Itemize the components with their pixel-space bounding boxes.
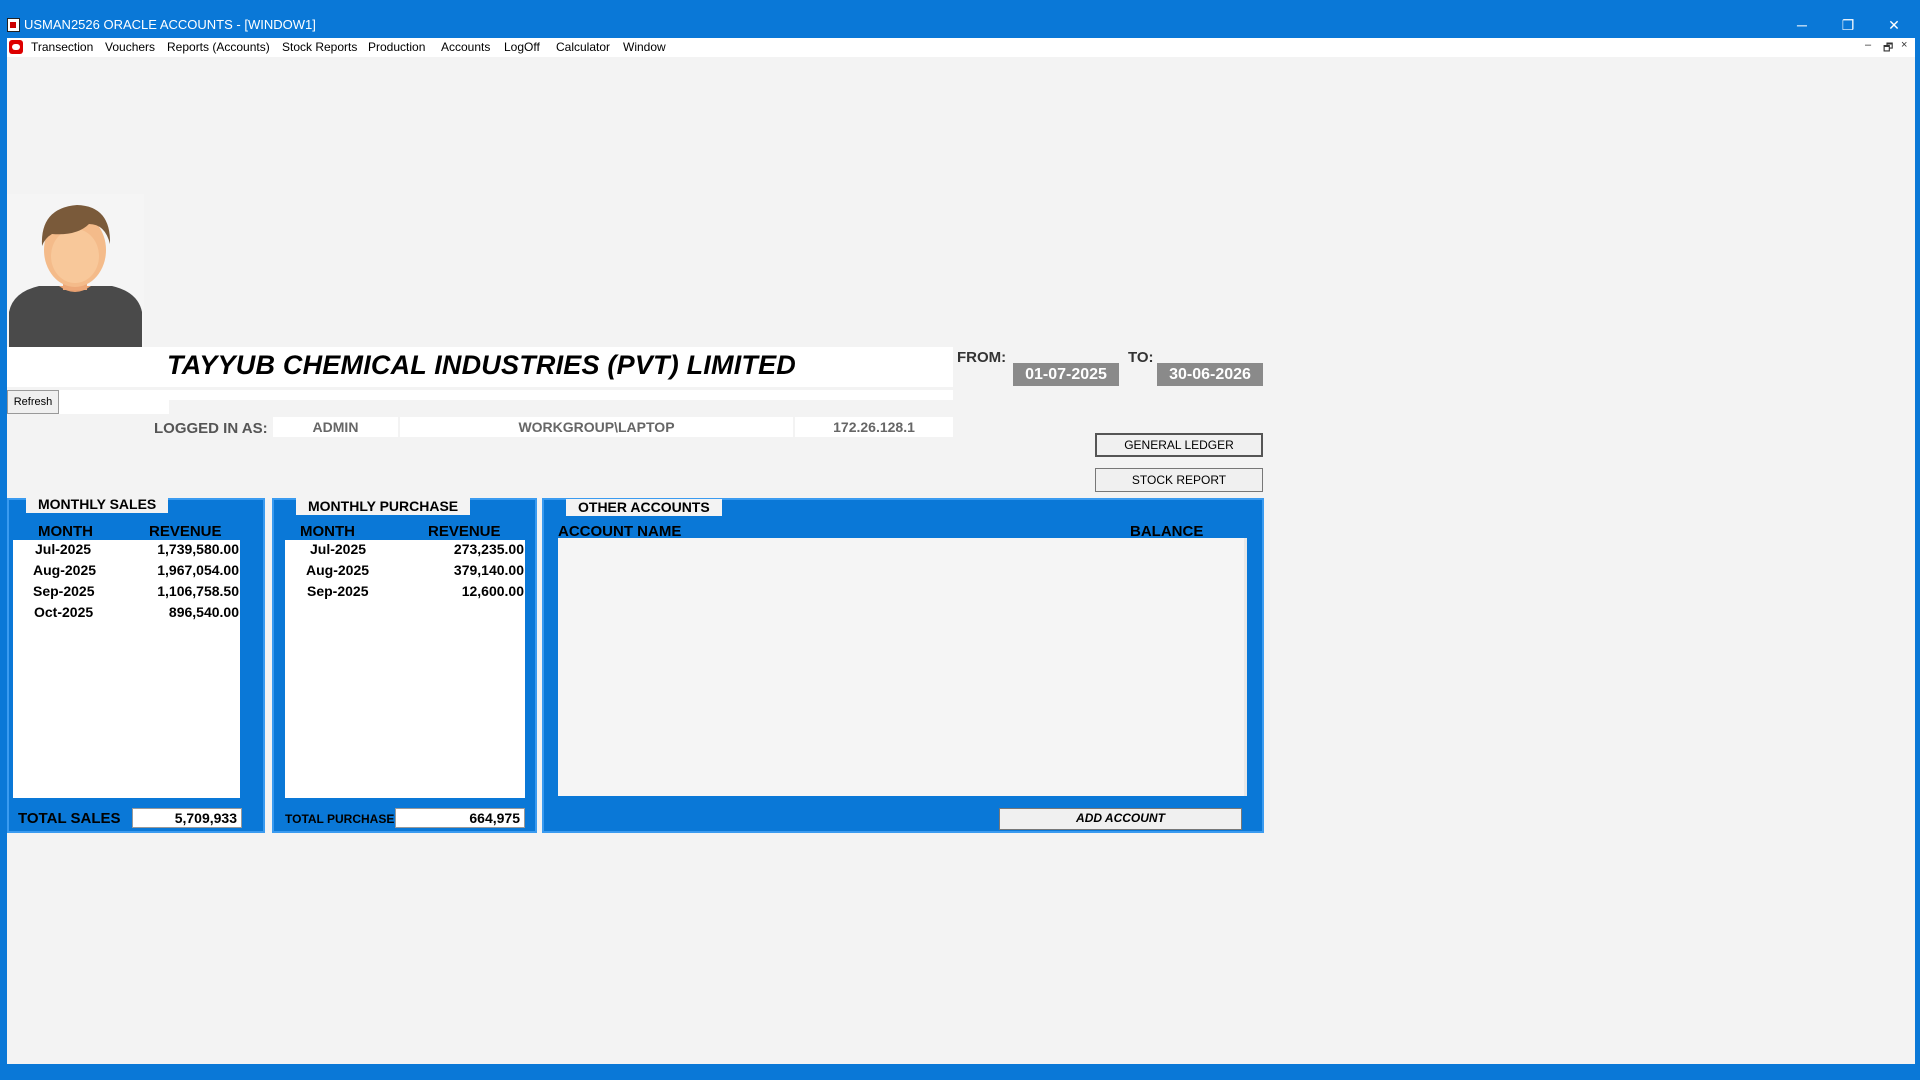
add-account-button[interactable]: ADD ACCOUNT [999,808,1242,830]
menu-logoff[interactable]: LogOff [504,40,540,54]
sales-revenue: 1,739,580.00 [157,541,239,557]
title-bar: USMAN2526 ORACLE ACCOUNTS - [WINDOW1] ─ … [0,0,1920,38]
company-name: TAYYUB CHEMICAL INDUSTRIES (PVT) LIMITED [167,350,796,380]
purchase-month: Sep-2025 [307,583,369,599]
purchase-revenue: 12,600.00 [461,583,524,599]
list-item[interactable]: Aug-2025 379,140.00 [285,562,525,583]
total-purchase-label: TOTAL PURCHASE [285,812,395,826]
total-sales-value: 5,709,933 [132,808,242,828]
oracle-icon [9,40,23,54]
sales-list[interactable]: Jul-2025 1,739,580.00 Aug-2025 1,967,054.0… [13,540,240,798]
sales-month: Sep-2025 [33,583,95,599]
menu-window[interactable]: Window [623,40,666,54]
to-date[interactable]: 30-06-2026 [1157,363,1263,386]
mdi-restore-icon[interactable]: 🗗 [1883,39,1893,58]
purchase-revenue: 273,235.00 [453,541,524,557]
purchase-revenue-header: REVENUE [428,523,501,540]
purchase-month: Jul-2025 [310,541,367,557]
menu-reports-accounts[interactable]: Reports (Accounts) [167,40,270,54]
general-ledger-button[interactable]: GENERAL LEDGER [1095,433,1263,457]
user-avatar [7,194,144,347]
sales-revenue: 1,106,758.50 [157,583,239,599]
app-icon [7,18,20,32]
purchase-revenue: 379,140.00 [453,562,524,578]
ip-address: 172.26.128.1 [795,417,953,437]
mdi-close-icon[interactable]: × [1901,39,1907,51]
logged-in-label: LOGGED IN AS: [154,420,268,437]
purchase-month: Aug-2025 [306,562,370,578]
sales-month: Oct-2025 [34,604,94,620]
list-item[interactable]: Aug-2025 1,967,054.00 [13,562,240,583]
total-sales-label: TOTAL SALES [18,810,121,827]
machine-name: WORKGROUP\LAPTOP [400,417,793,437]
list-item[interactable]: Jul-2025 273,235.00 [285,541,525,562]
accounts-scrollbar[interactable] [1244,538,1247,796]
menu-stock-reports[interactable]: Stock Reports [282,40,357,54]
purchase-month-header: MONTH [300,523,355,540]
other-accounts-panel: OTHER ACCOUNTS ACCOUNT NAME BALANCE ADD … [542,498,1264,833]
list-item[interactable]: Oct-2025 896,540.00 [13,604,240,625]
purchase-list[interactable]: Jul-2025 273,235.00 Aug-2025 379,140.00 Se… [285,540,525,798]
minimize-icon[interactable]: ─ [1782,12,1822,38]
refresh-panel [59,390,169,414]
company-strip [169,390,953,400]
sales-revenue-header: REVENUE [149,523,222,540]
monthly-purchase-panel: MONTHLY PURCHASE MONTH REVENUE Jul-2025 2… [272,498,537,833]
menu-calculator[interactable]: Calculator [556,40,610,54]
sales-revenue: 896,540.00 [168,604,239,620]
sales-month: Jul-2025 [35,541,92,557]
list-item[interactable]: Jul-2025 1,739,580.00 [13,541,240,562]
monthly-sales-panel: MONTHLY SALES MONTH REVENUE Jul-2025 1,73… [7,496,265,833]
close-icon[interactable]: ✕ [1874,12,1914,38]
to-label: TO: [1128,349,1154,366]
sales-revenue: 1,967,054.00 [157,562,239,578]
menu-vouchers[interactable]: Vouchers [105,40,155,54]
window-title: USMAN2526 ORACLE ACCOUNTS - [WINDOW1] [24,17,316,32]
main-window: TAYYUB CHEMICAL INDUSTRIES (PVT) LIMITED… [7,57,1915,1064]
restore-icon[interactable]: ❐ [1828,12,1868,38]
from-date[interactable]: 01-07-2025 [1013,363,1119,386]
refresh-button[interactable]: Refresh [7,390,59,414]
sales-month-header: MONTH [38,523,93,540]
menu-transection[interactable]: Transection [31,40,93,54]
user-name: ADMIN [273,417,398,437]
accounts-list[interactable] [558,538,1244,796]
from-label: FROM: [957,349,1007,366]
monthly-purchase-title: MONTHLY PURCHASE [296,498,471,515]
menu-bar: Transection Vouchers Reports (Accounts) … [7,38,1915,57]
menu-production[interactable]: Production [368,40,425,54]
mdi-minimize-icon[interactable]: – [1865,39,1871,51]
sales-month: Aug-2025 [33,562,97,578]
menu-accounts[interactable]: Accounts [441,40,490,54]
total-purchase-value: 664,975 [395,808,525,828]
other-accounts-title: OTHER ACCOUNTS [566,499,722,516]
stock-report-button[interactable]: STOCK REPORT [1095,468,1263,492]
list-item[interactable]: Sep-2025 12,600.00 [285,583,525,604]
monthly-sales-title: MONTHLY SALES [26,496,169,513]
list-item[interactable]: Sep-2025 1,106,758.50 [13,583,240,604]
